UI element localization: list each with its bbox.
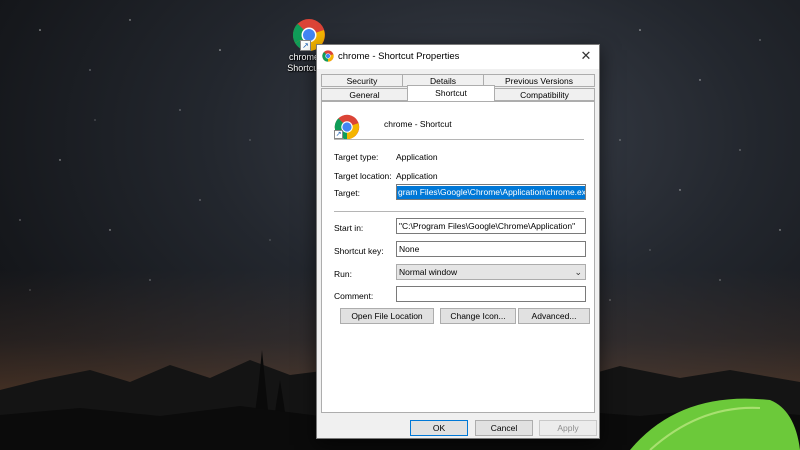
run-label: Run: xyxy=(334,269,352,279)
chevron-down-icon: ⌄ xyxy=(574,267,582,277)
cancel-button[interactable]: Cancel xyxy=(475,420,533,436)
tab-compatibility[interactable]: Compatibility xyxy=(494,88,595,101)
change-icon-button[interactable]: Change Icon... xyxy=(440,308,516,324)
target-type-label: Target type: xyxy=(334,152,379,162)
advanced-button[interactable]: Advanced... xyxy=(518,308,590,324)
target-type-value: Application xyxy=(396,152,438,162)
run-select[interactable]: Normal window ⌄ xyxy=(396,264,586,280)
title-bar[interactable]: chrome - Shortcut Properties ✕ xyxy=(317,45,599,69)
separator xyxy=(334,139,584,140)
comment-label: Comment: xyxy=(334,291,374,301)
shortcut-name: chrome - Shortcut xyxy=(384,119,452,129)
tab-previous-versions[interactable]: Previous Versions xyxy=(483,74,595,87)
tab-shortcut[interactable]: Shortcut xyxy=(407,85,495,101)
shortcut-arrow-icon: ↗ xyxy=(334,130,343,139)
target-location-value: Application xyxy=(396,171,438,181)
tab-general[interactable]: General xyxy=(321,88,408,101)
shortcut-properties-dialog: chrome - Shortcut Properties ✕ Security … xyxy=(316,44,600,439)
ok-button[interactable]: OK xyxy=(410,420,468,436)
start-in-label: Start in: xyxy=(334,223,364,233)
separator xyxy=(334,211,584,212)
comment-input[interactable] xyxy=(396,286,586,302)
apply-button[interactable]: Apply xyxy=(539,420,597,436)
green-tent xyxy=(630,398,800,450)
shortcut-key-input[interactable]: None xyxy=(396,241,586,257)
close-icon[interactable]: ✕ xyxy=(573,45,599,69)
shortcut-key-label: Shortcut key: xyxy=(334,246,384,256)
tab-strip: Security Details Previous Versions Gener… xyxy=(321,74,595,102)
start-in-input[interactable]: "C:\Program Files\Google\Chrome\Applicat… xyxy=(396,218,586,234)
target-selected-text: gram Files\Google\Chrome\Application\chr… xyxy=(397,186,585,199)
tab-security[interactable]: Security xyxy=(321,74,403,87)
target-label: Target: xyxy=(334,188,360,198)
dialog-title: chrome - Shortcut Properties xyxy=(338,51,460,62)
target-input[interactable]: gram Files\Google\Chrome\Application\chr… xyxy=(396,184,586,200)
shortcut-tab-panel: ↗ chrome - Shortcut Target type: Applica… xyxy=(321,101,595,413)
shortcut-arrow-icon: ↗ xyxy=(300,40,311,51)
open-file-location-button[interactable]: Open File Location xyxy=(340,308,434,324)
target-location-label: Target location: xyxy=(334,171,392,181)
chrome-icon xyxy=(322,50,334,62)
run-selected-value: Normal window xyxy=(399,267,458,277)
chrome-icon: ↗ xyxy=(334,114,360,140)
